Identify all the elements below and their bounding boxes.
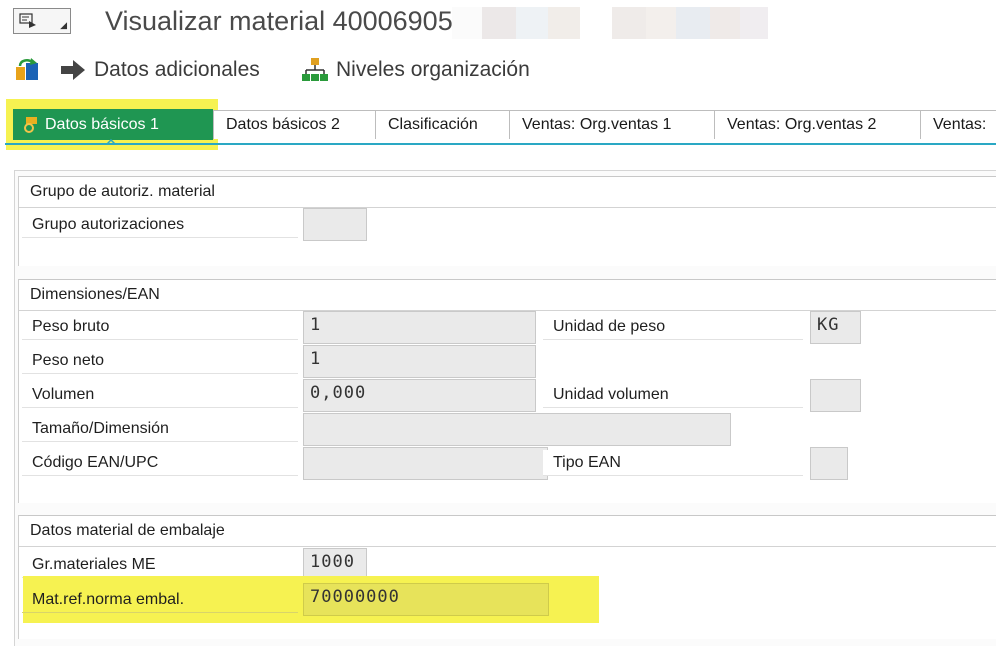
tab-ventas-more[interactable]: Ventas: [920, 110, 996, 139]
group-title: Datos material de embalaje [30, 522, 225, 539]
tab-ventas-org-1[interactable]: Ventas: Org.ventas 1 [509, 110, 714, 139]
tipo-ean-field[interactable] [810, 447, 848, 480]
codigo-ean-label: Código EAN/UPC [22, 450, 298, 476]
tipo-ean-label: Tipo EAN [543, 450, 803, 476]
redaction-block [482, 7, 516, 39]
tamano-dimension-label: Tamaño/Dimensión [22, 416, 298, 442]
system-menu-button[interactable]: ◢ [13, 8, 71, 34]
redaction-block [646, 7, 676, 39]
datos-adicionales-label: Datos adicionales [94, 58, 260, 81]
peso-bruto-field[interactable]: 1 [303, 311, 536, 344]
pin-icon [24, 116, 37, 133]
grupo-autorizaciones-field[interactable] [303, 208, 367, 241]
volumen-field[interactable]: 0,000 [303, 379, 536, 412]
tab-bar-underline [5, 143, 996, 145]
redaction-block [516, 7, 548, 39]
codigo-ean-field[interactable] [303, 447, 548, 480]
niveles-organizacion-label: Niveles organización [336, 58, 530, 81]
unidad-peso-label: Unidad de peso [543, 314, 803, 340]
redaction-block [710, 7, 740, 39]
unidad-volumen-label: Unidad volumen [543, 382, 803, 408]
redaction-block [740, 7, 768, 39]
gr-materiales-label: Gr.materiales ME [22, 552, 298, 578]
transport-icon [16, 58, 38, 80]
tab-label: Ventas: [933, 116, 987, 133]
tab-datos-basicos-1[interactable]: Datos básicos 1 [13, 109, 213, 140]
tab-datos-basicos-2[interactable]: Datos básicos 2 [213, 110, 375, 139]
divider [19, 546, 996, 547]
tab-label: Ventas: Org.ventas 1 [522, 116, 672, 133]
grupo-autorizaciones-label: Grupo autorizaciones [22, 212, 298, 238]
tab-clasificacion[interactable]: Clasificación [375, 110, 509, 139]
redaction-block [676, 7, 710, 39]
mat-ref-norma-field[interactable]: 70000000 [303, 583, 549, 616]
arrow-right-icon [61, 60, 85, 80]
group-title: Dimensiones/EAN [30, 286, 160, 303]
group-title: Grupo de autoriz. material [30, 183, 215, 200]
volumen-label: Volumen [22, 382, 298, 408]
page-title: Visualizar material 40006905 [105, 6, 453, 36]
menu-icon [19, 13, 36, 28]
unidad-peso-field[interactable]: KG [810, 311, 861, 344]
tab-label: Ventas: Org.ventas 2 [727, 116, 877, 133]
tab-label: Clasificación [388, 116, 478, 133]
peso-neto-field[interactable]: 1 [303, 345, 536, 378]
datos-adicionales-button[interactable]: Datos adicionales [60, 56, 260, 84]
org-structure-icon [302, 58, 328, 81]
mat-ref-norma-label: Mat.ref.norma embal. [22, 587, 298, 613]
peso-neto-label: Peso neto [22, 348, 298, 374]
peso-bruto-label: Peso bruto [22, 314, 298, 340]
chevron-down-icon: ◢ [60, 20, 67, 30]
redaction-block [612, 7, 646, 39]
transport-button[interactable] [14, 56, 50, 84]
tab-label: Datos básicos 1 [45, 115, 159, 133]
unidad-volumen-field[interactable] [810, 379, 861, 412]
redaction-block [452, 7, 482, 39]
niveles-organizacion-button[interactable]: Niveles organización [302, 56, 530, 84]
tab-label: Datos básicos 2 [226, 116, 340, 133]
tab-ventas-org-2[interactable]: Ventas: Org.ventas 2 [714, 110, 920, 139]
tamano-dimension-field[interactable] [303, 413, 731, 446]
redaction-block [548, 7, 580, 39]
divider [19, 207, 996, 208]
